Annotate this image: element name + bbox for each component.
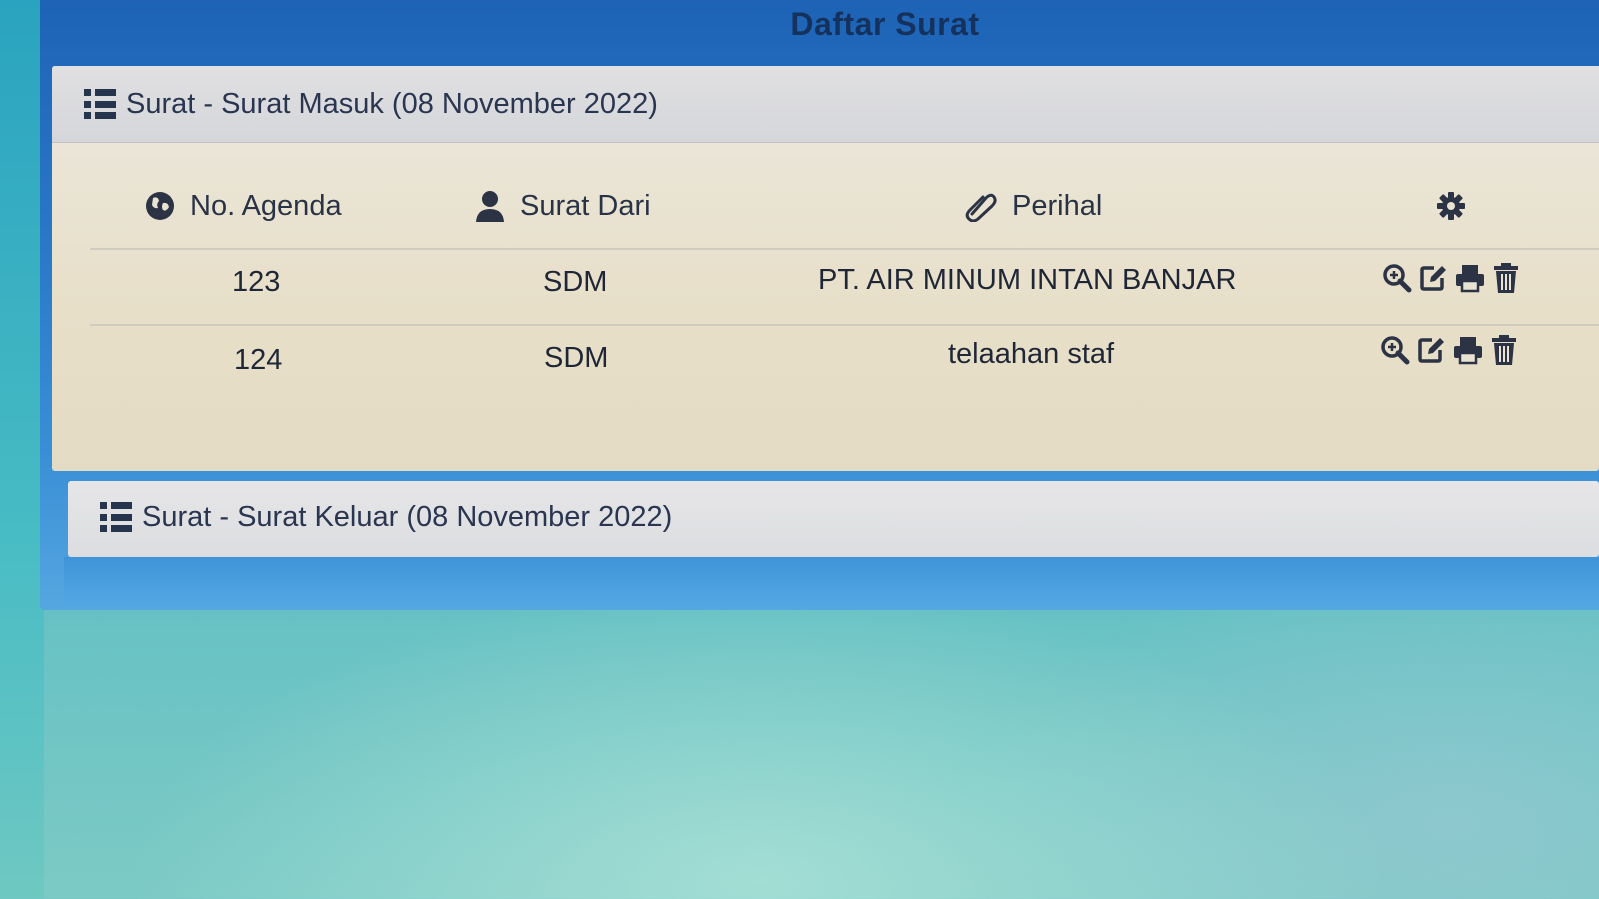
zoom-icon[interactable]	[1382, 263, 1412, 298]
cell-from: SDM	[544, 342, 609, 374]
print-icon[interactable]	[1454, 263, 1486, 298]
row-actions	[1380, 334, 1518, 371]
incoming-letters-panel: Surat - Surat Masuk (08 November 2022) N…	[52, 66, 1599, 471]
cell-subject: PT. AIR MINUM INTAN BANJAR	[818, 264, 1237, 296]
row-actions	[1382, 262, 1520, 299]
zoom-icon[interactable]	[1380, 335, 1410, 370]
incoming-panel-heading: Surat - Surat Masuk (08 November 2022)	[52, 66, 1599, 143]
desktop-background	[0, 0, 44, 899]
cell-subject: telaahan staf	[948, 338, 1115, 370]
column-header-from: Surat Dari	[474, 186, 651, 226]
table-divider	[90, 324, 1599, 326]
trash-icon[interactable]	[1492, 262, 1520, 299]
cell-agenda: 123	[232, 266, 281, 298]
globe-icon	[146, 192, 174, 220]
outgoing-letters-panel[interactable]: Surat - Surat Keluar (08 November 2022)	[68, 481, 1599, 557]
column-header-subject: Perihal	[964, 186, 1102, 226]
column-label-from: Surat Dari	[520, 189, 651, 222]
paperclip-icon	[965, 193, 997, 222]
window-footer-strip	[64, 557, 1599, 607]
table-divider	[90, 248, 1599, 250]
trash-icon[interactable]	[1490, 334, 1518, 371]
column-header-agenda: No. Agenda	[144, 186, 342, 226]
column-label-subject: Perihal	[1012, 189, 1103, 222]
user-icon	[476, 191, 504, 222]
edit-icon[interactable]	[1418, 263, 1448, 298]
outgoing-heading-text: Surat - Surat Keluar (08 November 2022)	[142, 500, 673, 533]
column-header-actions	[1436, 186, 1466, 226]
incoming-heading-text: Surat - Surat Masuk (08 November 2022)	[126, 87, 658, 120]
column-label-agenda: No. Agenda	[190, 189, 342, 222]
window-title: Daftar Surat	[790, 6, 980, 42]
list-icon	[100, 502, 132, 532]
edit-icon[interactable]	[1416, 335, 1446, 370]
cell-from: SDM	[543, 266, 608, 298]
print-icon[interactable]	[1452, 335, 1484, 370]
gear-icon[interactable]	[1436, 191, 1466, 221]
list-icon	[84, 89, 116, 119]
cell-agenda: 124	[234, 344, 283, 376]
